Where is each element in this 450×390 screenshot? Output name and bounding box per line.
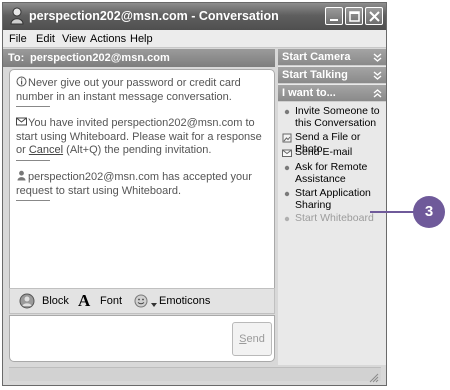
start-talking-header[interactable]: Start Talking [278, 67, 386, 84]
font-icon[interactable]: A [78, 291, 90, 311]
font-button[interactable]: Font [100, 295, 122, 307]
maximize-icon [349, 11, 360, 22]
bullet-icon [282, 107, 292, 117]
send-button[interactable]: Send [232, 322, 272, 356]
application-sharing-item[interactable]: Start Application Sharing [278, 187, 386, 212]
msn-buddy-icon [9, 7, 25, 25]
emoticons-button[interactable]: Emoticons [159, 295, 210, 307]
maximize-button[interactable] [345, 7, 363, 25]
block-icon[interactable] [19, 293, 35, 312]
minimize-button[interactable] [325, 7, 343, 25]
close-icon [369, 11, 380, 22]
action-label: Start Whiteboard [295, 212, 374, 224]
title-bar[interactable]: perspection202@msn.com - Conversation [3, 3, 386, 30]
side-panel: Start Camera Start Talking I want to... … [278, 49, 386, 365]
message-text: perspection202@msn.com has accepted your… [16, 171, 252, 197]
message-divider [16, 200, 50, 201]
menu-file[interactable]: File [9, 33, 27, 45]
expand-chevron-icon[interactable] [372, 70, 383, 81]
message-text-end: (Alt+Q) the pending invitation. [63, 144, 212, 156]
minimize-icon [330, 19, 338, 21]
cancel-invitation-link[interactable]: Cancel [29, 144, 63, 156]
collapse-chevron-icon[interactable] [372, 88, 383, 99]
chevron-down-icon[interactable] [151, 298, 157, 310]
to-label: To: [8, 52, 25, 64]
step-callout: 3 [413, 196, 445, 228]
menu-view[interactable]: View [62, 33, 86, 45]
action-label: Send E-mail [295, 146, 353, 158]
start-camera-header[interactable]: Start Camera [278, 49, 386, 66]
start-whiteboard-item[interactable]: Start Whiteboard [278, 212, 386, 227]
section-label: Start Camera [282, 51, 351, 63]
block-button[interactable]: Block [42, 295, 69, 307]
email-icon [282, 148, 292, 158]
bullet-icon [282, 189, 292, 199]
message-text: Never give out your password or credit c… [16, 77, 241, 103]
file-photo-icon [282, 133, 292, 143]
action-label: Start Application Sharing [295, 187, 371, 211]
section-label: I want to... [282, 87, 336, 99]
bullet-icon [282, 214, 292, 224]
format-toolbar: Block A Font Emoticons [9, 288, 275, 314]
action-label: Invite Someone to this Conversation [295, 105, 380, 129]
callout-leader-line [370, 211, 414, 213]
section-label: Start Talking [282, 69, 348, 81]
expand-chevron-icon[interactable] [372, 52, 383, 63]
to-bar: To: perspection202@msn.com [3, 49, 275, 67]
conversation-window: perspection202@msn.com - Conversation Fi… [2, 2, 387, 386]
message-input[interactable]: Send [9, 315, 275, 362]
message-divider [16, 160, 50, 161]
message-invite: You have invited perspection202@msn.com … [16, 116, 272, 158]
info-icon [16, 76, 27, 87]
i-want-to-header[interactable]: I want to... [278, 85, 386, 102]
message-divider [16, 106, 50, 107]
invite-someone-item[interactable]: Invite Someone to this Conversation [278, 105, 386, 130]
close-button[interactable] [365, 7, 383, 25]
envelope-icon [16, 116, 27, 127]
menu-bar: File Edit View Actions Help [3, 30, 386, 48]
buddy-icon [16, 170, 27, 181]
menu-edit[interactable]: Edit [36, 33, 55, 45]
send-email-item[interactable]: Send E-mail [278, 146, 386, 161]
menu-help[interactable]: Help [130, 33, 153, 45]
resize-grip-icon[interactable] [369, 370, 379, 383]
bullet-icon [282, 163, 292, 173]
status-bar [9, 367, 381, 383]
menu-actions[interactable]: Actions [90, 33, 126, 45]
send-label-rest: end [246, 333, 265, 345]
action-label: Ask for Remote Assistance [295, 161, 368, 185]
window-title: perspection202@msn.com - Conversation [29, 9, 279, 23]
send-file-item[interactable]: Send a File or Photo [278, 131, 386, 154]
message-accepted: perspection202@msn.com has accepted your… [16, 170, 272, 198]
remote-assistance-item[interactable]: Ask for Remote Assistance [278, 161, 386, 186]
conversation-history[interactable]: Never give out your password or credit c… [9, 69, 275, 291]
smiley-icon[interactable] [134, 294, 148, 311]
message-warning: Never give out your password or credit c… [16, 76, 272, 104]
recipient-address: perspection202@msn.com [30, 52, 170, 64]
